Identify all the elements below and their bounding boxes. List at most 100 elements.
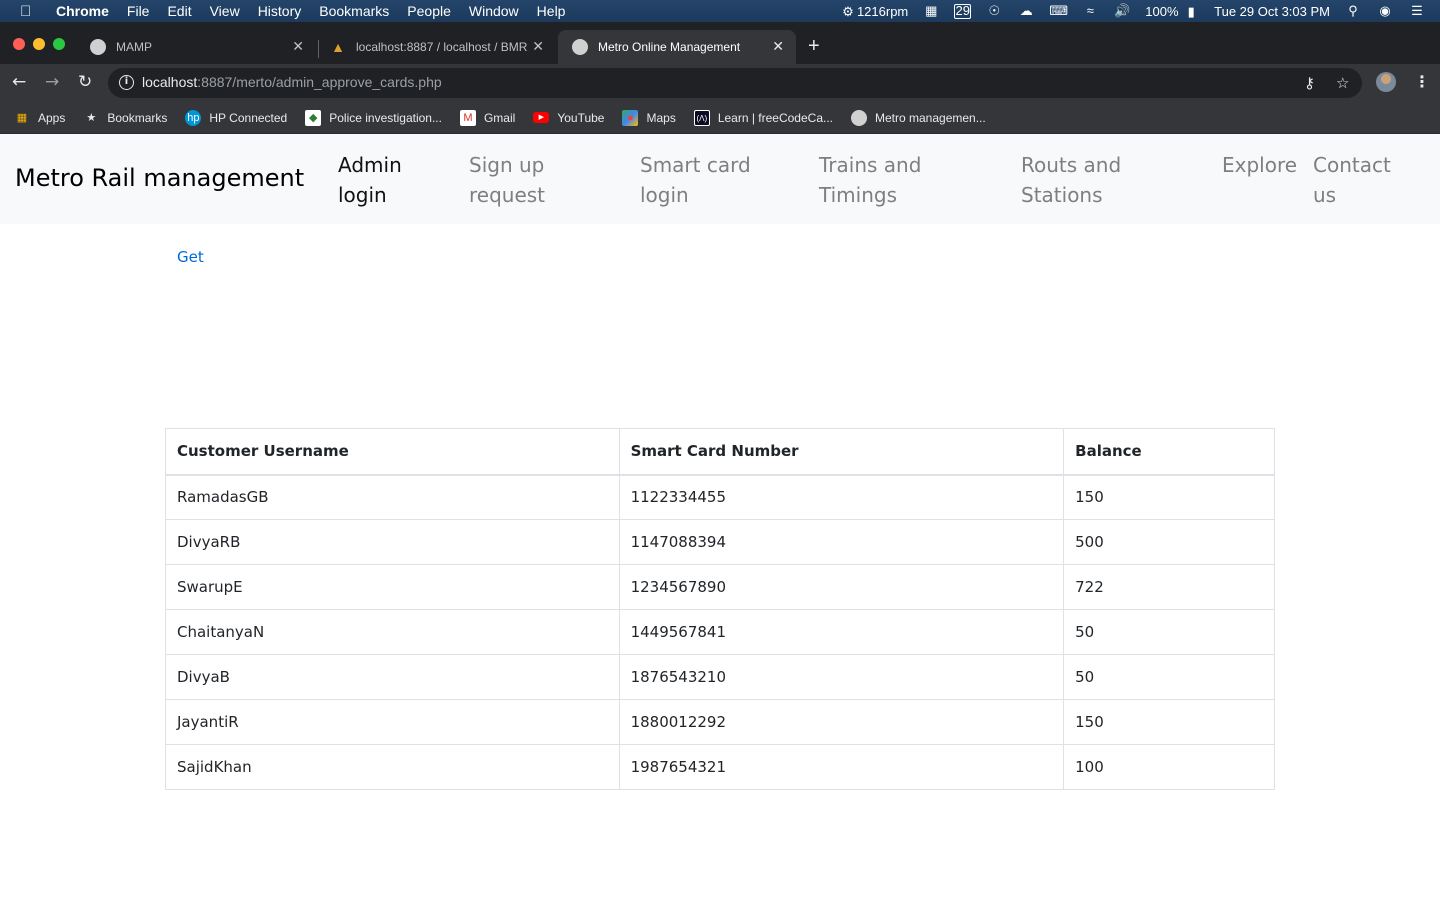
table-row: ChaitanyaN 1449567841 50 (165, 609, 1275, 655)
notification-center-icon[interactable]: ☰ (1408, 4, 1426, 18)
grid-icon[interactable]: ▦ (922, 4, 940, 18)
apple-icon[interactable]:  (20, 3, 40, 20)
bookmark-police-investigation[interactable]: ◆ Police investigation... (305, 109, 442, 126)
url-host: localhost (142, 74, 198, 90)
nav-label-line1: Admin (338, 153, 402, 177)
browser-toolbar: ← → ↻ i localhost:8887/merto/admin_appro… (0, 64, 1440, 102)
cell-card-number: 1987654321 (618, 744, 1065, 790)
battery-percent: 100% (1145, 3, 1179, 19)
wifi-icon[interactable]: ≈ (1081, 4, 1099, 18)
menu-help[interactable]: Help (537, 3, 566, 19)
clock[interactable]: Tue 29 Oct 3:03 PM (1214, 4, 1330, 19)
nav-label-line2: login (640, 183, 689, 207)
new-tab-icon[interactable]: + (808, 35, 820, 58)
bookmark-maps[interactable]: ● Maps (622, 109, 676, 126)
cell-card-number: 1147088394 (618, 519, 1065, 565)
nav-admin-login[interactable]: Admin login (338, 150, 402, 210)
tab-phpmyadmin[interactable]: ▲ localhost:8887 / localhost / BMR ✕ (316, 30, 556, 64)
menu-people[interactable]: People (407, 3, 451, 19)
bookmark-label: Maps (646, 110, 676, 125)
star-icon: ★ (86, 111, 97, 124)
siri-icon[interactable]: ◉ (1376, 4, 1394, 18)
notification-icon[interactable]: ☁ (1017, 4, 1035, 18)
smart-cards-table: Customer Username Smart Card Number Bala… (165, 428, 1275, 790)
nav-label-line2: Timings (819, 183, 897, 207)
bookmark-metro-management[interactable]: Metro managemen... (851, 109, 986, 126)
bookmark-youtube[interactable]: ▶ YouTube (533, 111, 604, 125)
header-smart-card-number: Smart Card Number (618, 428, 1065, 476)
profile-avatar[interactable] (1376, 72, 1396, 92)
onepassword-icon[interactable]: ☉ (985, 4, 1003, 18)
cell-balance: 50 (1063, 609, 1275, 655)
menu-history[interactable]: History (258, 3, 302, 19)
nav-label-line1: Routs and (1021, 153, 1122, 177)
tab-metro-online-management[interactable]: Metro Online Management ✕ (558, 30, 796, 64)
cell-card-number: 1449567841 (618, 609, 1065, 655)
nav-contact-us[interactable]: Contact us (1313, 150, 1391, 210)
menu-bookmarks[interactable]: Bookmarks (319, 3, 389, 19)
url-text[interactable]: localhost:8887/merto/admin_approve_cards… (142, 74, 442, 90)
bookmark-label: HP Connected (209, 110, 288, 125)
bookmark-freecodecamp[interactable]: (Λ) Learn | freeCodeCa... (693, 109, 833, 126)
nav-explore[interactable]: Explore (1222, 150, 1297, 180)
volume-icon[interactable]: 🔊 (1113, 4, 1131, 18)
bookmark-label: Bookmarks (107, 110, 168, 125)
close-icon[interactable]: ✕ (532, 38, 544, 55)
star-icon[interactable]: ☆ (1336, 74, 1349, 92)
cell-balance: 50 (1063, 654, 1275, 700)
bookmark-label: Police investigation... (329, 110, 442, 125)
get-link[interactable]: Get (177, 248, 204, 266)
header-customer-username: Customer Username (165, 428, 620, 476)
cell-card-number: 1234567890 (618, 564, 1065, 610)
battery-status[interactable]: 100% ▮ (1145, 4, 1200, 19)
forward-arrow-icon[interactable]: → (45, 72, 59, 92)
bookmark-apps[interactable]: ▦ Apps (14, 110, 66, 126)
menu-edit[interactable]: Edit (167, 3, 191, 19)
maximize-window-button[interactable] (53, 38, 65, 50)
minimize-window-button[interactable] (33, 38, 45, 50)
nav-label-line1: Sign up (469, 153, 545, 177)
address-bar[interactable]: i localhost:8887/merto/admin_approve_car… (108, 68, 1362, 98)
nav-trains-and-timings[interactable]: Trains and Timings (819, 150, 921, 210)
cell-balance: 722 (1063, 564, 1275, 610)
more-options-icon[interactable]: ⋮ (1414, 72, 1430, 91)
tab-mamp[interactable]: MAMP ✕ (76, 30, 316, 64)
tab-strip: MAMP ✕ ▲ localhost:8887 / localhost / BM… (0, 22, 1440, 64)
url-path: :8887/merto/admin_approve_cards.php (197, 74, 442, 90)
navbar-brand[interactable]: Metro Rail management (15, 164, 304, 192)
bookmark-gmail[interactable]: M Gmail (459, 109, 515, 126)
close-icon[interactable]: ✕ (292, 38, 304, 55)
macos-menu-bar:  Chrome File Edit View History Bookmark… (0, 0, 1440, 22)
nav-routs-and-stations[interactable]: Routs and Stations (1021, 150, 1121, 210)
phpmyadmin-icon: ▲ (331, 39, 345, 55)
cell-username: JayantiR (165, 699, 620, 745)
table-row: SwarupE 1234567890 722 (165, 564, 1275, 610)
menu-view[interactable]: View (210, 3, 240, 19)
info-icon[interactable]: i (119, 75, 134, 90)
elephant-icon (572, 39, 588, 55)
close-window-button[interactable] (13, 38, 25, 50)
nav-sign-up-request[interactable]: Sign up request (469, 150, 545, 210)
calendar-icon[interactable]: 29 (954, 3, 972, 19)
bookmark-bookmarks[interactable]: ★ Bookmarks (83, 110, 167, 126)
menu-chrome[interactable]: Chrome (56, 3, 109, 19)
bookmark-label: Learn | freeCodeCa... (717, 110, 833, 125)
cell-balance: 100 (1063, 744, 1275, 790)
keyboard-icon[interactable]: ⌨ (1049, 4, 1068, 18)
gmail-icon: M (459, 109, 476, 126)
cell-username: ChaitanyaN (165, 609, 620, 655)
reload-icon[interactable]: ↻ (78, 72, 92, 92)
fan-icon: ⚙ (842, 3, 854, 19)
menu-file[interactable]: File (127, 3, 150, 19)
header-balance: Balance (1063, 428, 1275, 476)
tab-title: MAMP (116, 40, 152, 54)
nav-smart-card-login[interactable]: Smart card login (640, 150, 751, 210)
close-icon[interactable]: ✕ (772, 38, 784, 55)
spotlight-search-icon[interactable]: ⚲ (1344, 4, 1362, 18)
back-arrow-icon[interactable]: ← (12, 72, 26, 92)
key-icon[interactable]: ⚷ (1304, 74, 1315, 92)
bookmark-hp-connected[interactable]: hp HP Connected (185, 109, 288, 126)
fan-status[interactable]: ⚙ 1216rpm (839, 4, 908, 19)
cell-balance: 150 (1063, 474, 1275, 520)
menu-window[interactable]: Window (469, 3, 519, 19)
